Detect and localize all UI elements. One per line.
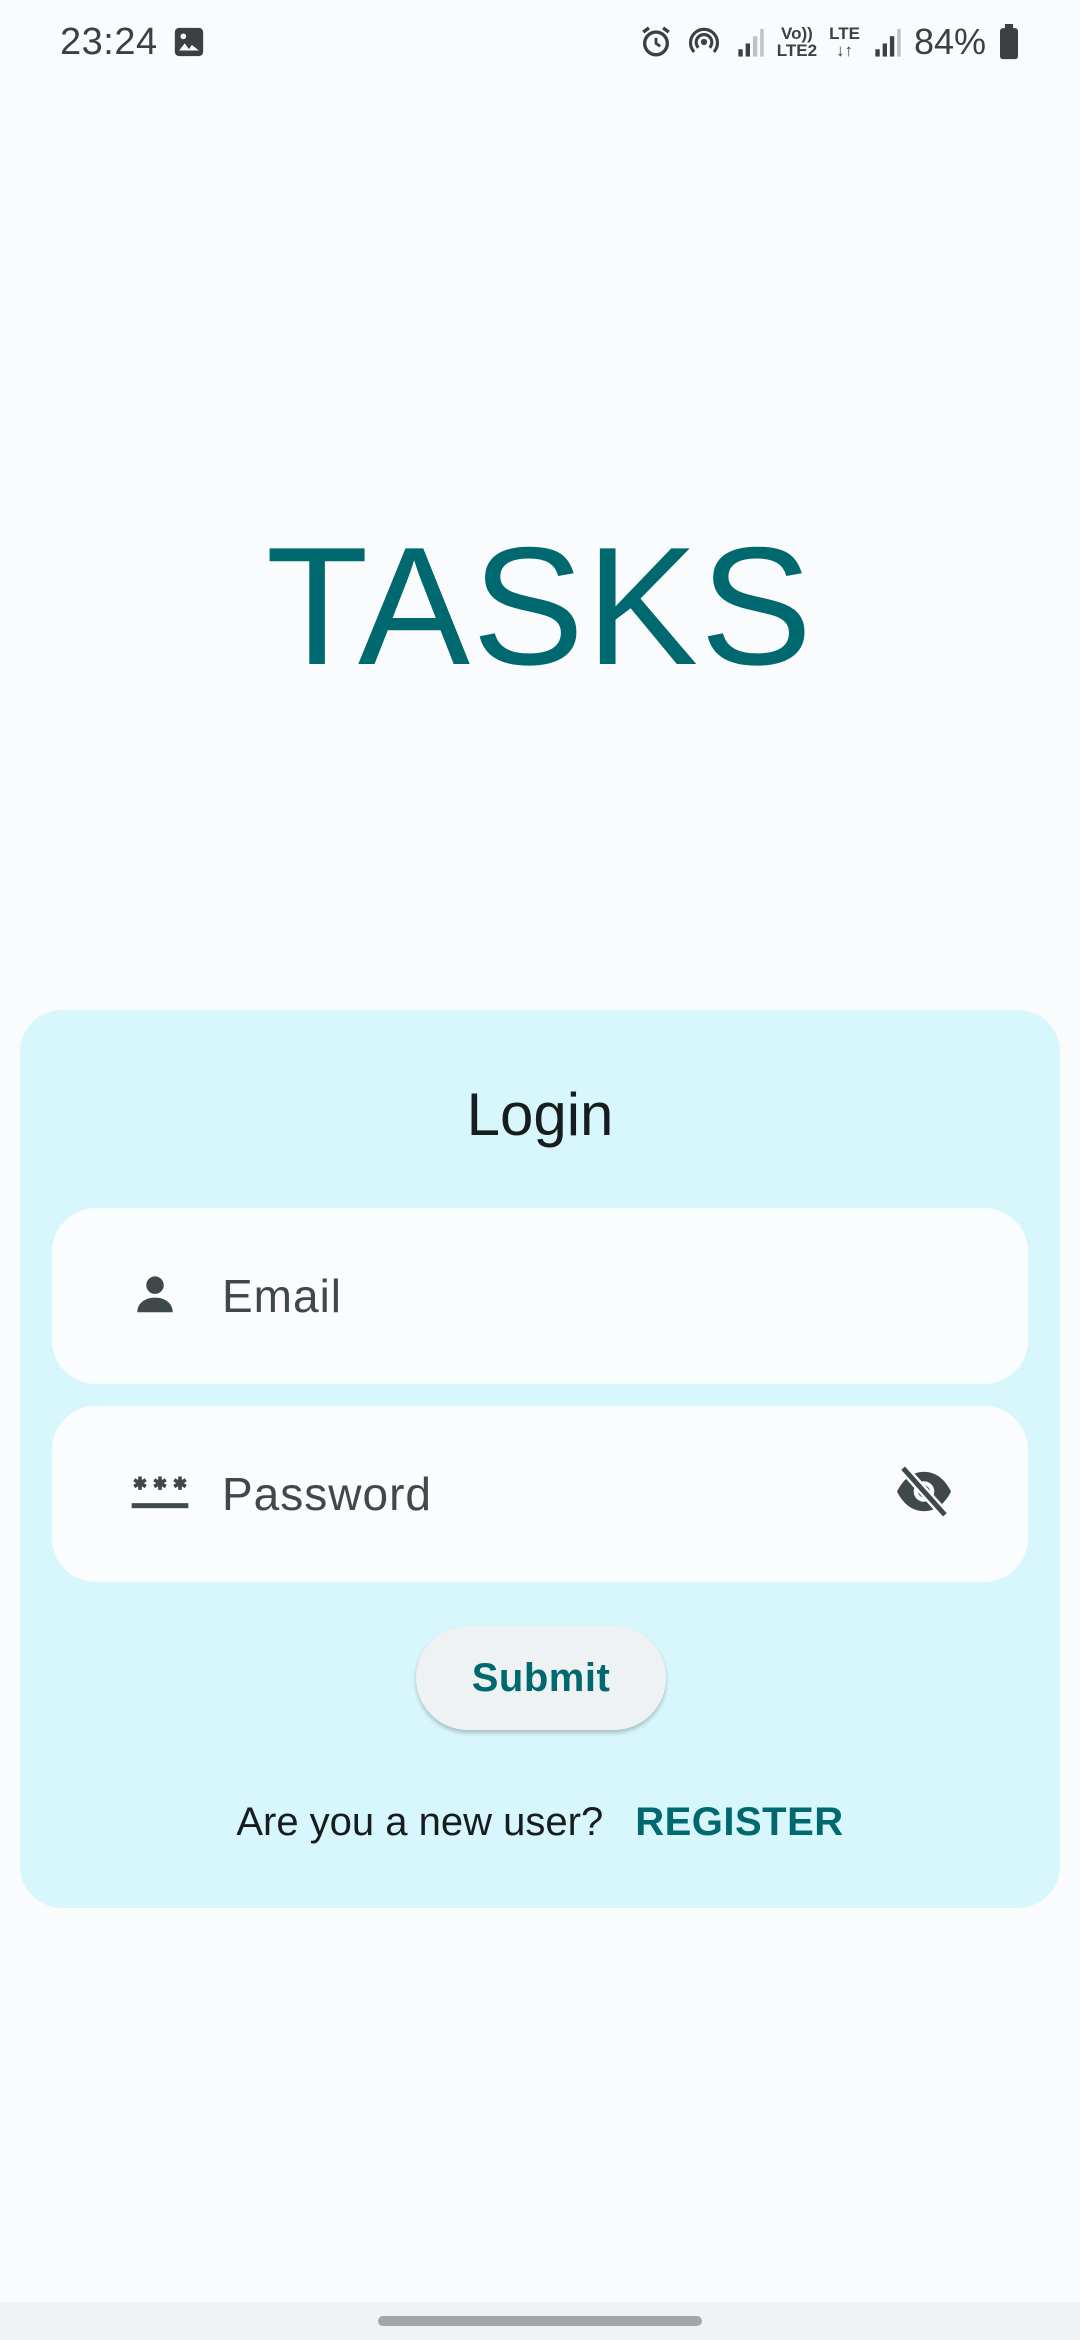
lte-bottom: ↓↑ xyxy=(836,41,853,60)
battery-icon xyxy=(998,24,1020,60)
status-bar: 23:24 Vo)) LTE2 LTE ↓↑ 84% xyxy=(0,0,1080,84)
lte-top: LTE xyxy=(829,24,860,43)
submit-button[interactable]: Submit xyxy=(416,1626,666,1730)
status-right: Vo)) LTE2 LTE ↓↑ 84% xyxy=(639,21,1020,63)
person-icon xyxy=(130,1269,180,1324)
volte-bottom: LTE2 xyxy=(776,41,818,60)
password-field[interactable]: Password xyxy=(52,1406,1028,1582)
hotspot-icon xyxy=(685,25,723,59)
email-placeholder: Email xyxy=(222,1270,343,1322)
alarm-icon xyxy=(639,25,673,59)
gallery-icon xyxy=(172,25,206,59)
signal-icon xyxy=(872,26,902,58)
status-time: 23:24 xyxy=(60,20,158,63)
navigation-bar xyxy=(0,2302,1080,2340)
password-placeholder: Password xyxy=(222,1468,432,1520)
lte-indicator: LTE ↓↑ xyxy=(829,25,860,59)
screen: 23:24 Vo)) LTE2 LTE ↓↑ 84% TASKS Login E… xyxy=(0,0,1080,2340)
register-question: Are you a new user? xyxy=(236,1800,604,1844)
login-heading: Login xyxy=(466,1081,614,1148)
visibility-off-icon[interactable] xyxy=(894,1464,954,1524)
password-icon xyxy=(130,1472,190,1517)
home-indicator[interactable] xyxy=(378,2316,702,2326)
volte-indicator: Vo)) LTE2 xyxy=(777,25,817,59)
status-left: 23:24 xyxy=(60,21,206,64)
volte-top: Vo)) xyxy=(781,24,813,43)
signal-weak-icon xyxy=(735,26,765,58)
register-link[interactable]: REGISTER xyxy=(635,1800,843,1845)
email-field[interactable]: Email xyxy=(52,1208,1028,1384)
battery-percent: 84% xyxy=(913,21,986,62)
login-card: Login Email Password Submit Are you a ne… xyxy=(20,1010,1060,1908)
app-title: TASKS xyxy=(265,512,815,700)
register-row: Are you a new user? REGISTER xyxy=(20,1800,1060,1845)
